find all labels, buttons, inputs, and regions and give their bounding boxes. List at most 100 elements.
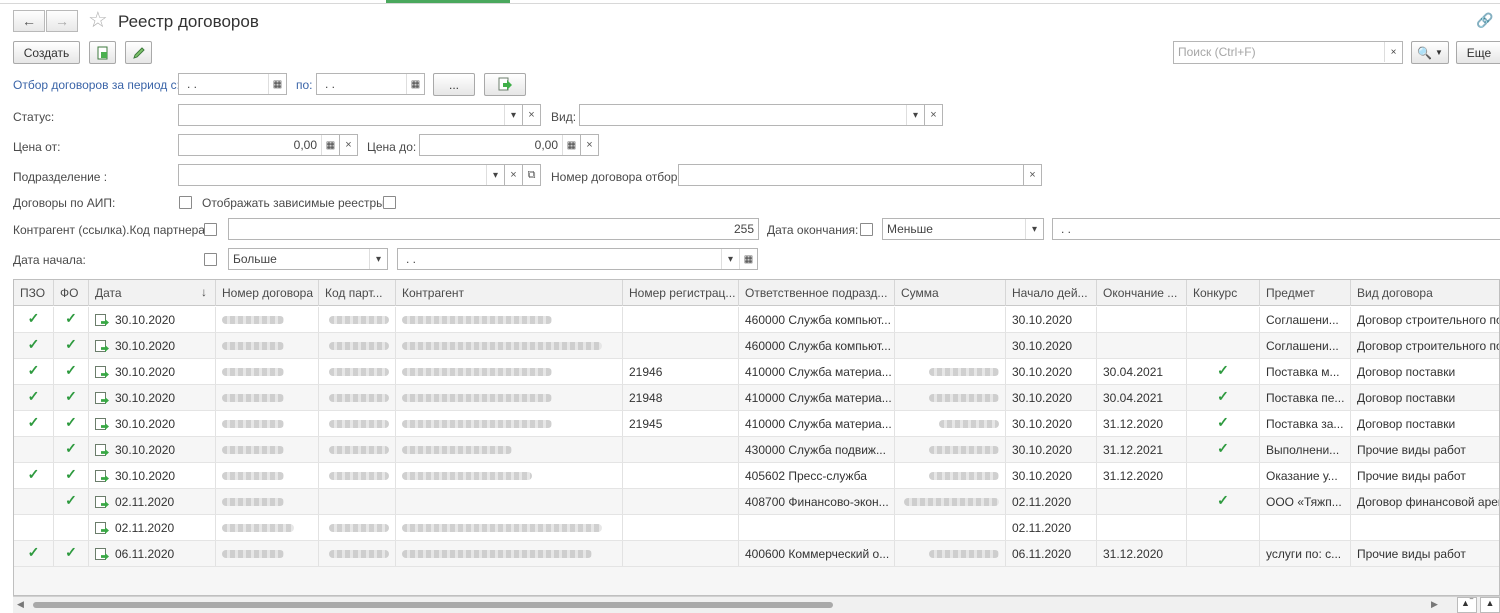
end-date-field[interactable]: . .: [1052, 218, 1500, 240]
table-row[interactable]: ✓ ✓ 06.11.2020 400600 Коммерческий о... 06.1…: [14, 541, 1499, 567]
table-row[interactable]: ✓ ✓ 30.10.2020 460000 Служба компьют... 30.1…: [14, 333, 1499, 359]
col-contest[interactable]: Конкурс: [1187, 280, 1260, 306]
contest-check-icon: ✓: [1187, 385, 1260, 410]
calendar-icon[interactable]: ▦: [268, 74, 286, 94]
col-end[interactable]: Окончание ...: [1097, 280, 1187, 306]
start-date-checkbox[interactable]: [204, 253, 217, 266]
partner-code-field[interactable]: 255: [228, 218, 759, 240]
price-to-field[interactable]: 0,00 ▦: [419, 134, 581, 156]
scroll-left-icon[interactable]: ◀: [17, 599, 24, 610]
chevron-down-icon[interactable]: ▾: [486, 165, 504, 185]
edit-button[interactable]: [125, 41, 152, 64]
search-button[interactable]: 🔍 ▼: [1411, 41, 1449, 64]
period-to-field[interactable]: . . ▦: [316, 73, 425, 95]
favorite-star-icon[interactable]: ☆: [88, 7, 108, 33]
search-input[interactable]: Поиск (Ctrl+F) ×: [1173, 41, 1403, 64]
back-button[interactable]: ←: [13, 10, 45, 32]
col-date[interactable]: Дата ↓: [89, 280, 216, 306]
kind-cell: Прочие виды работ: [1357, 547, 1466, 561]
reg-number-cell: [623, 489, 739, 514]
document-icon: [95, 418, 109, 430]
apply-filter-button[interactable]: [484, 73, 526, 96]
partner-code-checkbox[interactable]: [204, 223, 217, 236]
start-date-compare-value: Больше: [233, 252, 277, 266]
price-from-field[interactable]: 0,00 ▦: [178, 134, 340, 156]
table-row[interactable]: ✓ 02.11.2020 408700 Финансово-экон... 02.11…: [14, 489, 1499, 515]
col-contract-number[interactable]: Номер договора: [216, 280, 319, 306]
more-button[interactable]: Еще: [1456, 41, 1500, 64]
col-pzo[interactable]: ПЗО: [14, 280, 54, 306]
department-select[interactable]: ▾: [178, 164, 505, 186]
table-row[interactable]: 02.11.2020 02.11.2020: [14, 515, 1499, 541]
table-row[interactable]: ✓ 30.10.2020 430000 Служба подвиж... 30.10.…: [14, 437, 1499, 463]
table-row[interactable]: ✓ ✓ 30.10.2020 21948 410000 Служба материа..…: [14, 385, 1499, 411]
end-date-checkbox[interactable]: [860, 223, 873, 236]
contract-number-clear-icon[interactable]: ×: [1024, 164, 1042, 186]
col-counterparty[interactable]: Контрагент: [396, 280, 623, 306]
copy-button[interactable]: [89, 41, 116, 64]
pzo-check-icon: ✓: [14, 359, 54, 384]
table-row[interactable]: ✓ ✓ 30.10.2020 21945 410000 Служба материа..…: [14, 411, 1499, 437]
date-cell: 30.10.2020: [89, 411, 216, 436]
period-from-field[interactable]: . . ▦: [178, 73, 287, 95]
chevron-down-icon[interactable]: ▾: [504, 105, 522, 125]
date-cell: 30.10.2020: [89, 385, 216, 410]
scroll-up-icon[interactable]: ▲: [1480, 597, 1500, 613]
kind-select[interactable]: ▾: [579, 104, 925, 126]
active-tab-marker: [386, 0, 510, 3]
department-clear-icon[interactable]: ×: [505, 164, 523, 186]
create-button[interactable]: Создать: [13, 41, 80, 64]
calendar-icon[interactable]: ▦: [739, 249, 757, 269]
horizontal-scrollbar[interactable]: ◀ ▶ ▲‾ ▲: [13, 596, 1500, 613]
table-row[interactable]: ✓ ✓ 30.10.2020 460000 Служба компьют... 30.1…: [14, 307, 1499, 333]
status-select[interactable]: ▾: [178, 104, 523, 126]
start-date-compare-select[interactable]: Больше ▾: [228, 248, 388, 270]
subject-cell: Соглашени...: [1260, 307, 1351, 332]
period-to-value: . .: [325, 77, 336, 91]
page-title: Реестр договоров: [118, 12, 259, 31]
table-row[interactable]: ✓ ✓ 30.10.2020 405602 Пресс-служба 30.10.202…: [14, 463, 1499, 489]
price-to-clear-icon[interactable]: ×: [581, 134, 599, 156]
chevron-down-icon[interactable]: ▾: [906, 105, 924, 125]
scroll-right-icon[interactable]: ▶: [1431, 599, 1438, 610]
link-icon[interactable]: 🔗: [1476, 12, 1493, 29]
col-partner-code[interactable]: Код парт...: [319, 280, 396, 306]
contract-number-field[interactable]: [678, 164, 1024, 186]
scroll-thumb[interactable]: [33, 602, 833, 608]
price-from-value: 0,00: [293, 138, 317, 152]
table-row[interactable]: ✓ ✓ 30.10.2020 21946 410000 Служба материа..…: [14, 359, 1499, 385]
calendar-icon[interactable]: ▦: [406, 74, 424, 94]
col-kind[interactable]: Вид договора: [1351, 280, 1499, 306]
contracts-table[interactable]: ПЗО ФО Дата ↓ Номер договора Код парт...…: [13, 279, 1500, 596]
open-link-icon[interactable]: ⧉: [523, 164, 541, 186]
partner-code-cell: [319, 359, 396, 384]
period-select-button[interactable]: ...: [433, 73, 475, 96]
end-date-compare-value: Меньше: [887, 222, 933, 236]
scroll-first-icon[interactable]: ▲‾: [1457, 597, 1477, 613]
calculator-icon[interactable]: ▦: [321, 135, 339, 155]
redacted-text: [329, 446, 389, 454]
col-fo[interactable]: ФО: [54, 280, 89, 306]
status-clear-icon[interactable]: ×: [523, 104, 541, 126]
chevron-down-icon[interactable]: ▾: [721, 249, 739, 269]
end-date-compare-select[interactable]: Меньше ▾: [882, 218, 1044, 240]
calculator-icon[interactable]: ▦: [562, 135, 580, 155]
department-cell: 408700 Финансово-экон...: [739, 489, 895, 514]
chevron-down-icon[interactable]: ▾: [369, 249, 387, 269]
col-subject[interactable]: Предмет: [1260, 280, 1351, 306]
kind-cell: Договор финансовой аренд: [1357, 495, 1500, 509]
col-sum[interactable]: Сумма: [895, 280, 1006, 306]
col-start[interactable]: Начало дей...: [1006, 280, 1097, 306]
clear-search-icon[interactable]: ×: [1384, 42, 1402, 62]
col-reg-number[interactable]: Номер регистрац...: [623, 280, 739, 306]
start-date-field[interactable]: . . ▾ ▦: [397, 248, 758, 270]
dependent-checkbox[interactable]: [383, 196, 396, 209]
price-from-clear-icon[interactable]: ×: [340, 134, 358, 156]
kind-cell: [1351, 515, 1499, 540]
forward-button[interactable]: →: [46, 10, 78, 32]
chevron-down-icon[interactable]: ▾: [1025, 219, 1043, 239]
aip-checkbox[interactable]: [179, 196, 192, 209]
kind-clear-icon[interactable]: ×: [925, 104, 943, 126]
start-date-cell: 02.11.2020: [1006, 515, 1097, 540]
col-department[interactable]: Ответственное подразд...: [739, 280, 895, 306]
